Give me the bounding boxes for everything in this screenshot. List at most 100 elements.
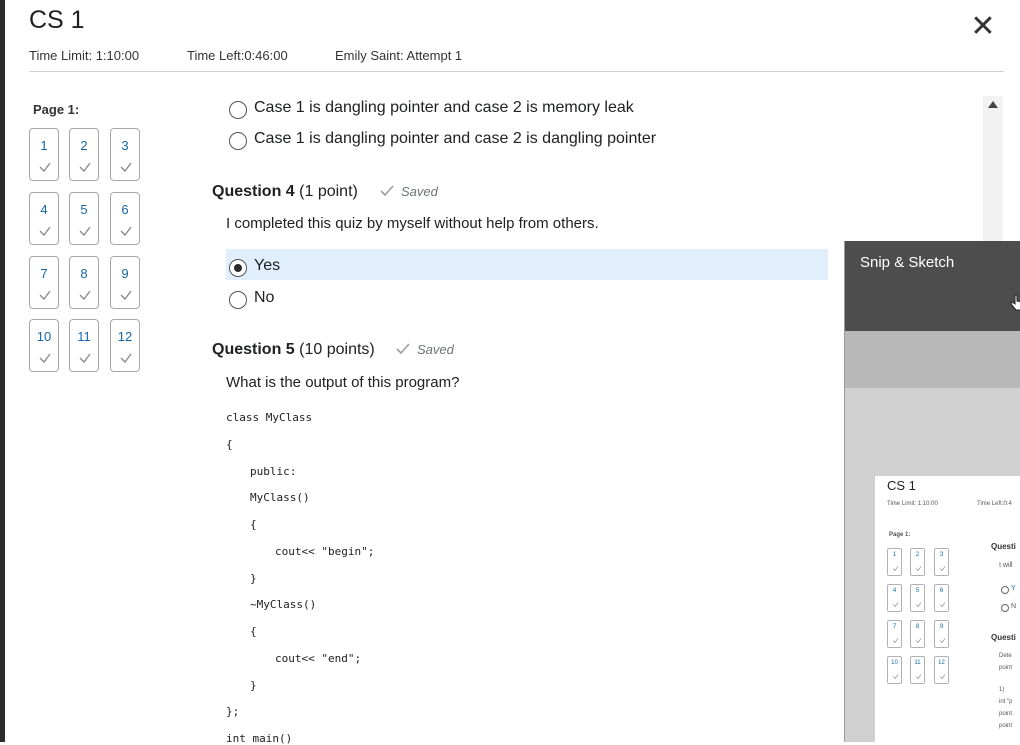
question-number: 12 <box>117 329 133 344</box>
q4-saved-status: Saved <box>401 184 438 199</box>
thumb-text: 1) <box>999 687 1005 693</box>
checkmark-icon <box>39 226 51 237</box>
thumb-question-box: 2 <box>910 548 925 576</box>
thumb-question-box: 1 <box>887 548 902 576</box>
q4-header: Question 4 (1 point) <box>212 183 358 201</box>
checkmark-icon <box>120 162 132 173</box>
checkmark-icon <box>39 162 51 173</box>
thumb-question-box: 4 <box>887 584 902 612</box>
thumb-question-box: 7 <box>887 620 902 648</box>
thumb-question-box: 10 <box>887 656 902 684</box>
code-line: { <box>250 518 257 531</box>
q3-option-1-radio[interactable] <box>229 101 247 119</box>
thumb-question-box: 11 <box>910 656 925 684</box>
code-line: cout<< "begin"; <box>275 545 375 558</box>
code-line: MyClass() <box>250 491 310 504</box>
question-nav-5[interactable]: 5 <box>69 192 99 245</box>
q4-option-yes-label: Yes <box>254 257 281 274</box>
thumb-question-box: 3 <box>934 548 949 576</box>
question-nav-6[interactable]: 6 <box>110 192 140 245</box>
question-number: 9 <box>121 266 129 281</box>
thumb-question-heading: Questi <box>991 633 1016 642</box>
content-scrollbar[interactable] <box>983 96 1003 242</box>
question-number: 6 <box>121 202 129 217</box>
saved-check-icon <box>396 343 410 355</box>
thumb-question-box: 12 <box>934 656 949 684</box>
snip-capture-thumbnail: CS 1 Time Limit: 1:10:00 Time Left:0:4 P… <box>875 476 1020 742</box>
code-line: cout<< "end"; <box>275 652 362 665</box>
code-line: } <box>250 572 257 585</box>
checkmark-icon <box>120 226 132 237</box>
thumb-question-box: 9 <box>934 620 949 648</box>
question-number: 5 <box>80 202 88 217</box>
thumb-question-box: 8 <box>910 620 925 648</box>
question-nav-4[interactable]: 4 <box>29 192 59 245</box>
q3-option-2-label: Case 1 is dangling pointer and case 2 is… <box>254 130 657 147</box>
question-nav-12[interactable]: 12 <box>110 319 140 372</box>
thumb-question-heading: Questi <box>991 542 1016 551</box>
snip-toolbar-band <box>845 331 1020 388</box>
question-number: 1 <box>40 138 48 153</box>
code-line: { <box>250 625 257 638</box>
checkmark-icon <box>39 353 51 364</box>
checkmark-icon <box>120 290 132 301</box>
q5-points: (10 points) <box>299 341 375 358</box>
checkmark-icon <box>79 162 91 173</box>
q5-header: Question 5 (10 points) <box>212 341 375 359</box>
q4-selected-option-highlight <box>226 249 828 280</box>
q4-option-no-radio[interactable] <box>229 291 247 309</box>
thumb-text: point <box>999 665 1013 671</box>
q4-points: (1 point) <box>299 183 358 200</box>
checkmark-icon <box>120 353 132 364</box>
hand-cursor-icon <box>1010 294 1020 311</box>
thumb-text: point <box>999 711 1013 717</box>
question-number: 8 <box>80 266 88 281</box>
thumb-page-label: Page 1: <box>889 532 911 538</box>
question-number: 3 <box>121 138 129 153</box>
header-divider <box>29 71 1004 72</box>
question-nav-1[interactable]: 1 <box>29 128 59 181</box>
time-limit: Time Limit: 1:10:00 <box>29 48 140 63</box>
question-nav-2[interactable]: 2 <box>69 128 99 181</box>
code-line: }; <box>226 705 240 718</box>
saved-check-icon <box>380 185 394 197</box>
q4-option-yes-radio[interactable] <box>229 259 247 277</box>
question-number: 7 <box>40 266 48 281</box>
question-nav-11[interactable]: 11 <box>69 319 99 372</box>
code-line: class MyClass <box>226 411 313 424</box>
thumb-option: N <box>1011 603 1017 610</box>
q3-option-2-radio[interactable] <box>229 132 247 150</box>
thumb-question-box: 5 <box>910 584 925 612</box>
q3-option-1-label: Case 1 is dangling pointer and case 2 is… <box>254 99 634 116</box>
q4-option-no-label: No <box>254 289 275 306</box>
thumb-text: Dete <box>999 653 1012 659</box>
question-nav-10[interactable]: 10 <box>29 319 59 372</box>
question-nav-7[interactable]: 7 <box>29 256 59 309</box>
question-nav-9[interactable]: 9 <box>110 256 140 309</box>
question-number: 2 <box>80 138 88 153</box>
thumb-option: Y <box>1011 585 1016 592</box>
code-line: } <box>250 679 257 692</box>
snip-titlebar: Snip & Sketch <box>845 241 1020 331</box>
scroll-up-arrow-icon[interactable] <box>988 101 998 108</box>
code-line: { <box>226 438 233 451</box>
question-number: 10 <box>36 329 52 344</box>
q4-label: Question 4 <box>212 183 295 200</box>
question-number: 4 <box>40 202 48 217</box>
checkmark-icon <box>79 290 91 301</box>
thumb-question-box: 6 <box>934 584 949 612</box>
thumb-radio <box>1001 586 1009 594</box>
snip-and-sketch-window[interactable]: Snip & Sketch CS 1 Time Limit: 1:10:00 T… <box>844 241 1020 742</box>
question-nav-3[interactable]: 3 <box>110 128 140 181</box>
close-icon[interactable]: ✕ <box>970 12 996 42</box>
question-nav-8[interactable]: 8 <box>69 256 99 309</box>
quiz-title: CS 1 <box>29 6 85 34</box>
time-left: Time Left:0:46:00 <box>187 48 288 63</box>
attempt-info: Emily Saint: Attempt 1 <box>335 48 463 63</box>
q4-question-text: I completed this quiz by myself without … <box>226 215 599 232</box>
thumb-time-left: Time Left:0:4 <box>977 501 1012 507</box>
code-line: int main() <box>226 732 293 745</box>
q5-label: Question 5 <box>212 341 295 358</box>
checkmark-icon <box>79 353 91 364</box>
thumb-text: int "p <box>999 699 1013 705</box>
